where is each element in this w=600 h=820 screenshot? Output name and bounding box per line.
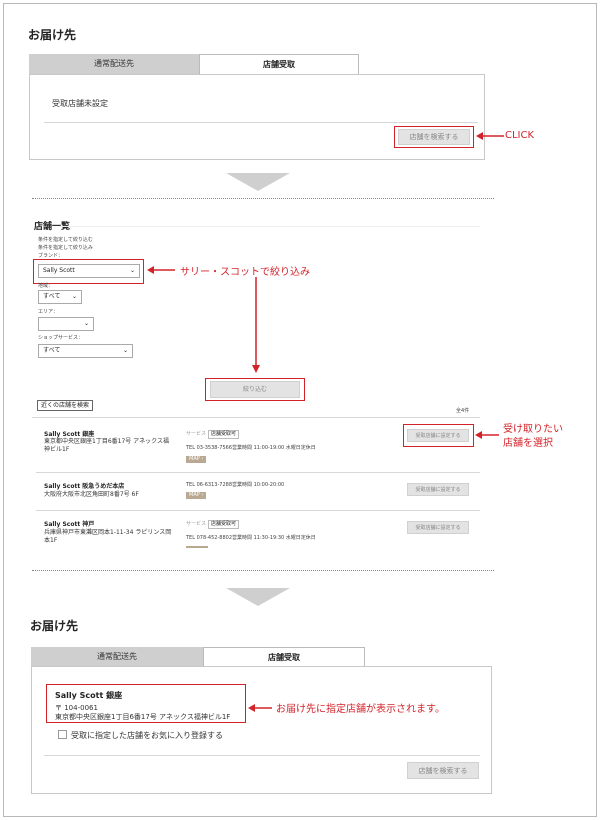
brand-select[interactable]: Sally Scott ⌄	[38, 264, 140, 278]
dotted-divider	[32, 570, 494, 571]
divider	[44, 122, 478, 123]
dotted-divider	[32, 198, 494, 199]
store-tel: TEL 078-452-8802	[186, 535, 233, 541]
store-tel: TEL 06-6313-7288	[186, 482, 233, 488]
divider	[32, 417, 480, 418]
filter-line-2: 条件を指定して絞り込み	[38, 245, 93, 251]
down-arrow-icon	[226, 173, 290, 191]
selected-store-address: 東京都中央区銀座1丁目6番17号 アネックス福神ビル1F	[55, 713, 231, 721]
search-store-button[interactable]: 店舗を検索する	[398, 129, 470, 145]
select-callout-line2: 店舗を選択	[503, 438, 553, 449]
divider	[36, 510, 480, 511]
arrow-left-icon	[475, 431, 499, 439]
divider	[44, 755, 480, 756]
page-title: お届け先	[28, 28, 77, 42]
map-link[interactable]: MAP ›	[186, 456, 207, 463]
service-label: ショップサービス：	[38, 335, 84, 341]
store-address: 東京都中央区銀座1丁目6番17号 アネックス福	[44, 438, 169, 445]
tab-store-pickup[interactable]: 店舗受取	[199, 54, 359, 74]
tab-regular-delivery[interactable]: 通常配送先	[31, 647, 203, 667]
chevron-down-icon: ⌄	[129, 267, 135, 274]
arrow-left-icon	[147, 266, 175, 274]
chevron-down-icon: ⌄	[122, 347, 128, 354]
delivery-tabs: 通常配送先 店舗受取	[31, 647, 365, 667]
service-tag: 店舗受取可	[208, 430, 240, 439]
set-pickup-store-button[interactable]: 受取店舗に設定する	[407, 521, 469, 534]
store-name: Sally Scott 銀座	[44, 431, 95, 438]
store-address: 神ビル1F	[44, 446, 70, 453]
search-store-button[interactable]: 店舗を検索する	[407, 762, 479, 779]
down-arrow-icon	[226, 588, 290, 606]
store-name: Sally Scott 阪急うめだ本店	[44, 483, 125, 490]
tab-store-pickup[interactable]: 店舗受取	[203, 647, 365, 667]
tab-regular-delivery[interactable]: 通常配送先	[29, 54, 199, 74]
area-label: エリア：	[38, 309, 59, 315]
map-link[interactable]: MAP ›	[186, 492, 207, 499]
service-select[interactable]: すべて ⌄	[38, 344, 133, 358]
select-callout-line1: 受け取りたい	[503, 424, 563, 435]
region-select[interactable]: すべて ⌄	[38, 290, 82, 304]
page-title: お届け先	[30, 619, 79, 633]
result-callout: お届け先に指定店舗が表示されます。	[276, 704, 445, 715]
brand-callout: サリー・スコットで絞り込み	[180, 267, 310, 278]
set-pickup-store-button[interactable]: 受取店舗に設定する	[407, 483, 469, 496]
store-address: 兵庫県神戸市東灘区岡本1-11-34 ラピリンス岡	[44, 529, 172, 536]
nearby-store-button[interactable]: 近くの店舗を検索	[37, 400, 94, 411]
selected-store-name: Sally Scott 銀座	[55, 691, 123, 700]
arrow-down-icon	[252, 277, 260, 373]
filter-button[interactable]: 絞り込む	[210, 381, 300, 398]
chevron-down-icon: ⌄	[83, 320, 89, 327]
arrow-left-icon	[476, 132, 504, 140]
click-callout: CLICK	[505, 130, 535, 141]
result-count: 全4件	[456, 408, 470, 414]
map-link[interactable]	[186, 546, 208, 548]
store-hours: 営業時間 11:30-19:30 水曜日定休日	[232, 535, 316, 541]
set-pickup-store-button[interactable]: 受取店舗に設定する	[407, 429, 469, 442]
store-tel: TEL 03-3538-7566	[186, 445, 233, 451]
store-name: Sally Scott 神戸	[44, 521, 95, 528]
favorite-checkbox[interactable]	[58, 730, 67, 739]
divider	[36, 472, 480, 473]
arrow-left-icon	[248, 704, 272, 712]
service-label: サービス	[186, 521, 207, 527]
store-address: 本1F	[44, 537, 58, 544]
delivery-tabs: 通常配送先 店舗受取	[29, 54, 359, 74]
chevron-down-icon: ⌄	[71, 293, 77, 300]
pickup-status: 受取店舗未設定	[52, 99, 108, 108]
favorite-checkbox-label: 受取に指定した店舗をお気に入り登録する	[71, 731, 223, 740]
service-tag: 店舗受取可	[208, 520, 240, 529]
area-select[interactable]: ⌄	[38, 317, 94, 331]
store-address: 大阪府大阪市北区角田町8番7号 6F	[44, 491, 139, 498]
title-rule	[60, 226, 480, 227]
store-hours: 営業時間 11:00-19:00 水曜日定休日	[232, 445, 316, 451]
filter-line-1: 条件を指定して絞り込む	[38, 237, 93, 243]
region-label: 地域：	[38, 283, 54, 289]
service-label: サービス	[186, 431, 207, 437]
store-hours: 営業時間 10:00-20:00	[232, 482, 285, 488]
